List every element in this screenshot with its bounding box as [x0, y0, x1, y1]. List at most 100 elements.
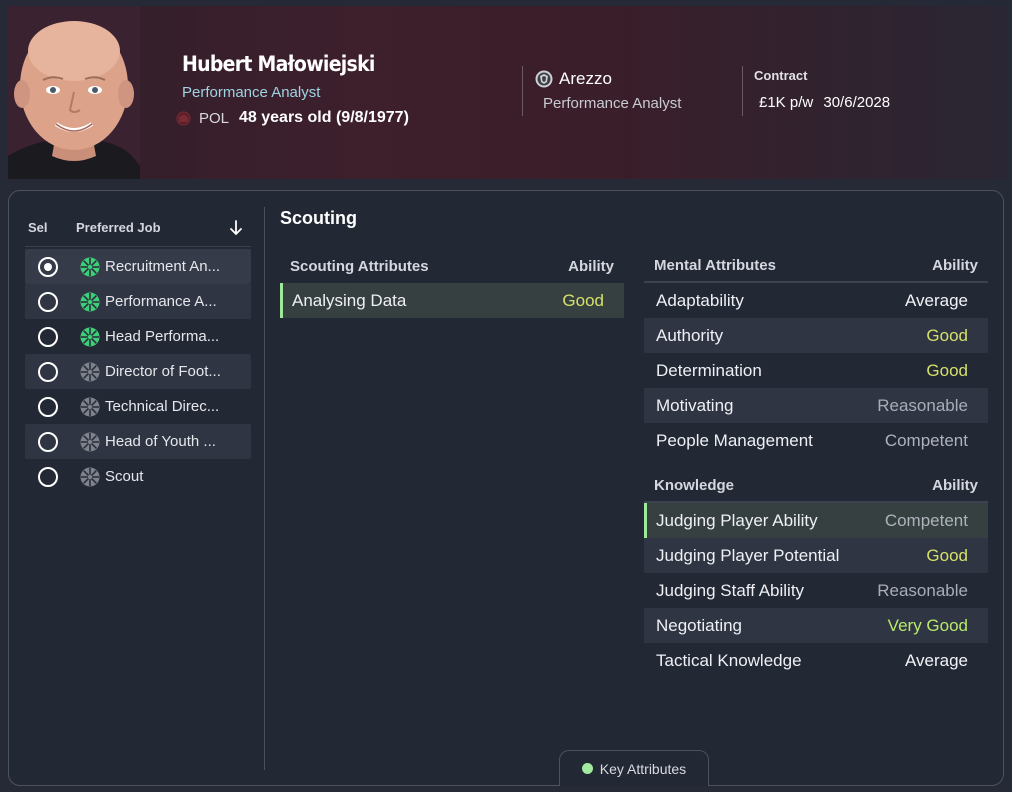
jobs-list-header: Sel Preferred Job: [25, 209, 251, 247]
job-row[interactable]: Head Performa...: [25, 319, 251, 354]
job-radio[interactable]: [38, 466, 58, 487]
attribute-name: Judging Player Potential: [656, 545, 840, 565]
attribute-ability: Very Good: [887, 615, 968, 635]
attribute-ability: Good: [926, 545, 968, 565]
attribute-row[interactable]: Negotiating Very Good: [644, 608, 988, 643]
job-label: Head Performa...: [105, 328, 220, 345]
job-radio[interactable]: [38, 431, 58, 452]
attribute-name: Determination: [656, 360, 762, 380]
job-radio[interactable]: [38, 396, 58, 417]
attribute-name: Tactical Knowledge: [656, 650, 802, 670]
staff-name: Hubert Małowiejski: [182, 52, 375, 76]
club-name: Arezzo: [559, 69, 612, 88]
job-label: Director of Foot...: [105, 363, 221, 380]
attribute-name: Judging Player Ability: [656, 510, 818, 530]
attribute-ability: Competent: [884, 430, 968, 450]
job-radio[interactable]: [38, 361, 58, 382]
attribute-row[interactable]: Adaptability Average: [644, 283, 988, 318]
key-attribute-dot-icon: [581, 763, 593, 774]
attribute-ability: Competent: [884, 510, 968, 530]
club-role: Performance Analyst: [543, 95, 682, 112]
attribute-ability: Reasonable: [877, 395, 968, 415]
green-wheel-icon: [80, 257, 100, 276]
job-radio[interactable]: [38, 291, 58, 312]
scouting-rows: Analysing Data Good: [280, 283, 624, 318]
sel-column-header[interactable]: Sel: [28, 220, 76, 235]
scouting-attributes-title: Scouting Attributes: [290, 257, 429, 275]
attribute-row[interactable]: Judging Player Potential Good: [644, 538, 988, 573]
job-row[interactable]: Performance A...: [25, 284, 251, 319]
ability-header: Ability: [932, 256, 978, 274]
header-divider: [522, 66, 523, 116]
preferred-jobs-list: Sel Preferred Job Recruitment An... Perfo…: [25, 209, 251, 494]
staff-photo: [8, 6, 140, 179]
mental-rows: Adaptability Average Authority Good Determin…: [644, 283, 988, 458]
contract-expiry: 30/6/2028: [823, 94, 891, 111]
attribute-row[interactable]: Judging Staff Ability Reasonable: [644, 573, 988, 608]
contract-details: £1K p/w 30/6/2028: [759, 94, 896, 111]
age-text: 48 years old (9/8/1977): [239, 109, 409, 126]
attribute-name: Motivating: [656, 395, 734, 415]
ability-header: Ability: [932, 476, 978, 494]
attribute-row[interactable]: Motivating Reasonable: [644, 388, 988, 423]
grey-wheel-icon: [80, 432, 100, 451]
job-row[interactable]: Head of Youth ...: [25, 424, 251, 459]
staff-header: Hubert Małowiejski Performance Analyst P…: [8, 6, 1008, 179]
header-divider: [742, 66, 743, 116]
grey-wheel-icon: [80, 397, 100, 416]
nationality-row: POL 48 years old (9/8/1977): [176, 109, 409, 127]
attribute-ability: Average: [904, 650, 968, 670]
job-radio[interactable]: [38, 326, 58, 347]
nationality-code: POL: [199, 109, 230, 127]
attribute-row[interactable]: Determination Good: [644, 353, 988, 388]
mental-attributes-title: Mental Attributes: [654, 256, 776, 274]
attribute-name: Negotiating: [656, 615, 743, 635]
job-radio[interactable]: [38, 256, 58, 277]
club-badge-icon: [535, 70, 553, 88]
knowledge-attributes-table: Knowledge Ability Judging Player Ability…: [644, 469, 988, 678]
attribute-row[interactable]: Judging Player Ability Competent: [644, 503, 988, 538]
green-wheel-icon: [80, 292, 100, 311]
column-divider: [264, 207, 265, 770]
attribute-ability: Good: [926, 325, 968, 345]
job-row[interactable]: Technical Direc...: [25, 389, 251, 424]
key-attributes-label: Key Attributes: [599, 760, 687, 777]
scouting-attributes-header: Scouting Attributes Ability: [280, 249, 624, 283]
attribute-ability: Reasonable: [877, 580, 968, 600]
attribute-name: Analysing Data: [292, 290, 407, 310]
poland-flag-icon: [176, 111, 191, 125]
attribute-name: People Management: [656, 430, 813, 450]
mental-attributes-header: Mental Attributes Ability: [644, 249, 988, 283]
club-link[interactable]: Arezzo: [535, 69, 612, 89]
knowledge-header: Knowledge Ability: [644, 469, 988, 503]
staff-attributes-panel: Sel Preferred Job Recruitment An... Perfo…: [8, 190, 1004, 786]
job-label: Performance A...: [105, 293, 217, 310]
key-attributes-legend[interactable]: Key Attributes: [559, 750, 709, 786]
attribute-row[interactable]: People Management Competent: [644, 423, 988, 458]
contract-wage: £1K p/w: [759, 94, 814, 111]
attribute-name: Adaptability: [656, 290, 744, 310]
green-wheel-icon: [80, 327, 100, 346]
knowledge-title: Knowledge: [654, 476, 735, 494]
job-row[interactable]: Scout: [25, 459, 251, 494]
attribute-row[interactable]: Tactical Knowledge Average: [644, 643, 988, 678]
sort-arrow-down-icon[interactable]: [229, 220, 243, 236]
job-row[interactable]: Recruitment An...: [25, 249, 251, 284]
grey-wheel-icon: [80, 362, 100, 381]
mental-attributes-table: Mental Attributes Ability Adaptability Av…: [644, 249, 988, 458]
job-label: Recruitment An...: [105, 258, 221, 275]
attribute-ability: Good: [926, 360, 968, 380]
preferred-job-column-header[interactable]: Preferred Job: [76, 220, 251, 235]
attribute-ability: Average: [904, 290, 968, 310]
ability-header: Ability: [568, 257, 614, 275]
section-title: Scouting: [280, 208, 357, 228]
attribute-row[interactable]: Authority Good: [644, 318, 988, 353]
job-label: Head of Youth ...: [105, 433, 216, 450]
job-row[interactable]: Director of Foot...: [25, 354, 251, 389]
scouting-attributes-table: Scouting Attributes Ability Analysing Da…: [280, 249, 624, 318]
attribute-ability: Good: [562, 290, 604, 310]
grey-wheel-icon: [80, 467, 100, 486]
contract-label: Contract: [754, 68, 808, 83]
attribute-name: Judging Staff Ability: [656, 580, 805, 600]
attribute-row[interactable]: Analysing Data Good: [280, 283, 624, 318]
